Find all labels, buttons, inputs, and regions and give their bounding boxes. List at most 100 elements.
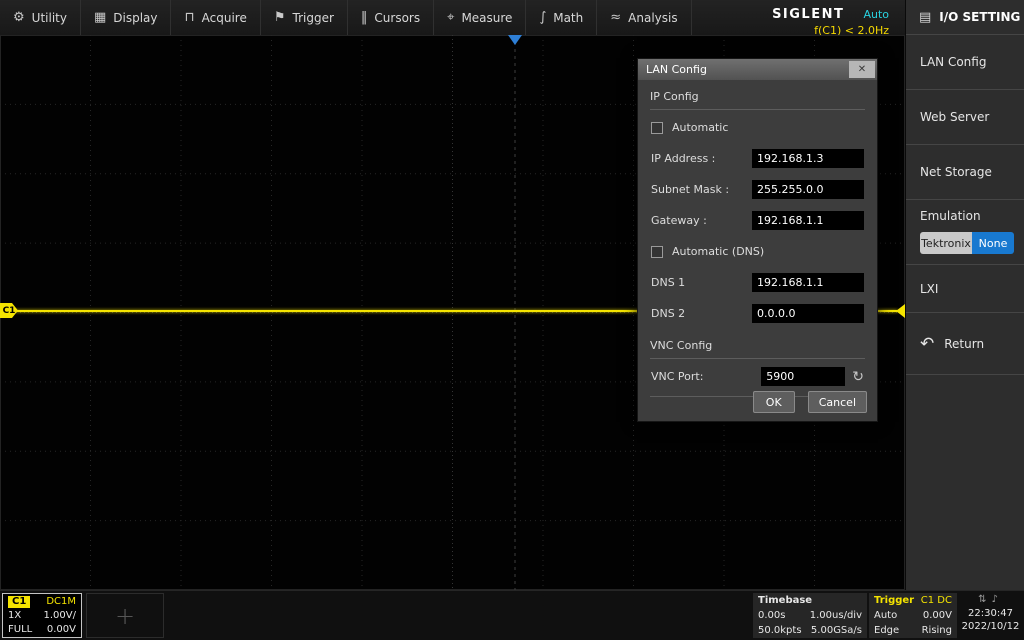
channel1-coupling: DC1M (46, 596, 76, 608)
acquisition-mode-badge: Auto (863, 8, 889, 21)
brand-logo: SIGLENT (772, 7, 844, 22)
sidebar-title: I/O SETTING (939, 10, 1020, 24)
menu-cursors-label: Cursors (374, 11, 420, 25)
menu-trigger-label: Trigger (293, 11, 334, 25)
io-setting-sidebar: ▤ I/O SETTING LAN Config Web Server Net … (905, 0, 1024, 590)
trigger-slope: Rising (922, 625, 952, 637)
gateway-row: Gateway : (638, 205, 877, 236)
display-icon: ▦ (94, 10, 106, 25)
math-icon: ∫ (539, 10, 546, 25)
cursors-icon: ‖ (361, 10, 368, 25)
web-server-label: Web Server (920, 110, 989, 124)
trigger-level: 0.00V (923, 610, 952, 622)
menu-analysis-label: Analysis (628, 11, 677, 25)
menu-display-label: Display (113, 11, 157, 25)
refresh-icon[interactable]: ↻ (852, 369, 864, 385)
clock-date: 2022/10/12 (959, 620, 1022, 634)
timebase-status-box[interactable]: Timebase 0.00s 1.00us/div 50.0kpts 5.00G… (753, 593, 867, 638)
channel1-level-marker[interactable] (896, 304, 905, 318)
automatic-checkbox[interactable] (651, 122, 663, 134)
emulation-toggle: Tektronix None (920, 232, 1024, 254)
channel1-offset: 0.00V (47, 624, 76, 636)
lan-config-label: LAN Config (920, 55, 986, 69)
sidebar-item-return[interactable]: ↶ Return (906, 313, 1024, 375)
menu-math[interactable]: ∫ Math (526, 0, 597, 35)
emulation-tektronix-button[interactable]: Tektronix (920, 232, 972, 254)
sidebar-item-web-server[interactable]: Web Server (906, 90, 1024, 145)
timebase-delay: 0.00s (758, 610, 785, 622)
ok-button[interactable]: OK (753, 391, 795, 413)
automatic-label: Automatic (672, 121, 728, 134)
timebase-title: Timebase (758, 595, 812, 607)
analysis-icon: ≈ (610, 10, 621, 25)
emulation-none-button[interactable]: None (972, 232, 1014, 254)
dialog-title-bar[interactable]: LAN Config ✕ (638, 59, 877, 80)
sidebar-item-net-storage[interactable]: Net Storage (906, 145, 1024, 200)
menu-display[interactable]: ▦ Display (81, 0, 172, 35)
automatic-dns-checkbox[interactable] (651, 246, 663, 258)
automatic-row: Automatic (638, 112, 877, 143)
trigger-status-box[interactable]: Trigger C1 DC Auto 0.00V Edge Rising (869, 593, 957, 638)
gateway-input[interactable] (752, 211, 864, 230)
timebase-points: 50.0kpts (758, 625, 802, 637)
status-bar: C1 DC1M 1X 1.00V/ FULL 0.00V + Timebase … (0, 590, 1024, 640)
ip-address-label: IP Address : (651, 152, 715, 165)
dns1-label: DNS 1 (651, 276, 685, 289)
gateway-label: Gateway : (651, 214, 707, 227)
dns1-row: DNS 1 (638, 267, 877, 298)
io-setting-icon: ▤ (919, 10, 931, 25)
acquire-icon: ⊓ (184, 10, 194, 25)
channel1-scale: 1.00V/ (44, 610, 76, 622)
brand-block: SIGLENT Auto f(C1) < 2.0Hz (772, 0, 905, 35)
vnc-port-input[interactable] (761, 367, 845, 386)
channel1-bandwidth: FULL (8, 624, 32, 636)
trigger-type: Edge (874, 625, 899, 637)
plus-icon: + (115, 602, 135, 630)
automatic-dns-label: Automatic (DNS) (672, 245, 764, 258)
sidebar-item-lan-config[interactable]: LAN Config (906, 35, 1024, 90)
sidebar-item-emulation: Emulation Tektronix None (906, 200, 1024, 265)
timebase-scale: 1.00us/div (810, 610, 862, 622)
oscilloscope-screen: ⚙ Utility ▦ Display ⊓ Acquire ⚑ Trigger … (0, 0, 1024, 640)
dialog-title: LAN Config (646, 63, 707, 76)
sidebar-item-lxi[interactable]: LXI (906, 265, 1024, 313)
menu-bar: ⚙ Utility ▦ Display ⊓ Acquire ⚑ Trigger … (0, 0, 905, 35)
vnc-config-section-title: VNC Config (650, 339, 865, 359)
subnet-mask-input[interactable] (752, 180, 864, 199)
arrow-updown-icon[interactable]: ⇅ (978, 594, 991, 605)
menu-acquire[interactable]: ⊓ Acquire (171, 0, 260, 35)
measure-icon: ⌖ (447, 10, 454, 25)
dns1-input[interactable] (752, 273, 864, 292)
vnc-port-label: VNC Port: (651, 370, 703, 383)
menu-cursors[interactable]: ‖ Cursors (348, 0, 434, 35)
menu-acquire-label: Acquire (202, 11, 247, 25)
sound-icon[interactable]: ♪ (992, 594, 1003, 605)
ip-address-input[interactable] (752, 149, 864, 168)
return-label: Return (944, 337, 984, 351)
channel-add-box[interactable]: + (86, 593, 164, 638)
menu-measure[interactable]: ⌖ Measure (434, 0, 526, 35)
automatic-dns-row: Automatic (DNS) (638, 236, 877, 267)
cancel-button[interactable]: Cancel (808, 391, 867, 413)
ip-address-row: IP Address : (638, 143, 877, 174)
trigger-position-marker[interactable] (508, 35, 522, 45)
clock-block: ⇅♪ 22:30:47 2022/10/12 (959, 593, 1022, 634)
menu-utility[interactable]: ⚙ Utility (0, 0, 81, 35)
ip-config-section-title: IP Config (650, 90, 865, 110)
gear-icon: ⚙ (13, 10, 25, 25)
channel1-status-box[interactable]: C1 DC1M 1X 1.00V/ FULL 0.00V (2, 593, 82, 638)
dns2-input[interactable] (752, 304, 864, 323)
dns2-row: DNS 2 (638, 298, 877, 329)
menu-utility-label: Utility (32, 11, 67, 25)
clock-time: 22:30:47 (959, 607, 1022, 621)
menu-analysis[interactable]: ≈ Analysis (597, 0, 691, 35)
menu-trigger[interactable]: ⚑ Trigger (261, 0, 348, 35)
subnet-mask-label: Subnet Mask : (651, 183, 729, 196)
trigger-title: Trigger (874, 595, 914, 607)
dialog-buttons: OK Cancel (753, 391, 867, 413)
vnc-port-row: VNC Port: ↻ (638, 361, 877, 392)
sidebar-header: ▤ I/O SETTING (906, 0, 1024, 35)
dns2-label: DNS 2 (651, 307, 685, 320)
close-icon[interactable]: ✕ (849, 61, 875, 78)
lxi-label: LXI (920, 282, 938, 296)
